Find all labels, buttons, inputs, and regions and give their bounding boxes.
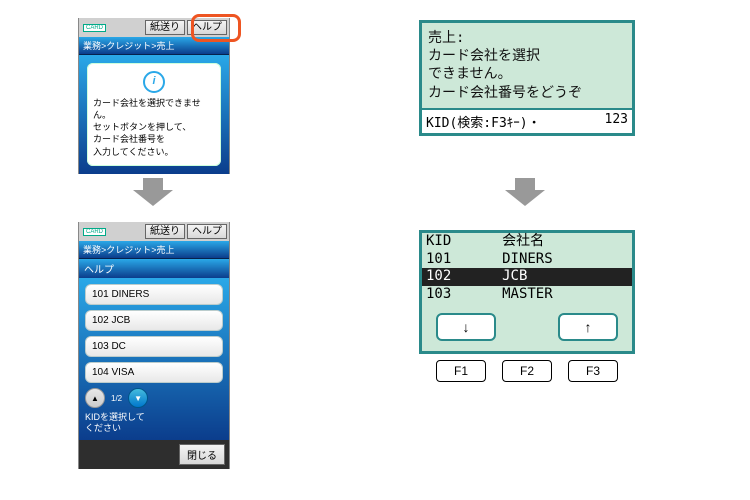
paper-feed-button[interactable]: 紙送り xyxy=(145,224,185,239)
info-icon: i xyxy=(143,71,165,93)
pager: ▲ 1/2 ▼ xyxy=(85,388,223,408)
card-badge: CARD xyxy=(83,228,106,236)
table-row[interactable]: 101DINERS xyxy=(422,251,632,269)
page-prev-button[interactable]: ▲ xyxy=(85,388,105,408)
kid-input-label: KID(検索:F3ｷｰ)・ xyxy=(426,112,541,131)
softkey-down[interactable]: ↓ xyxy=(436,313,496,341)
page-indicator: 1/2 xyxy=(111,394,122,403)
kid-input-row: KID(検索:F3ｷｰ)・ 123 xyxy=(422,108,632,133)
card-badge: CARD xyxy=(83,24,106,32)
lcd-terminal-list: KID会社名101DINERS102JCB103MASTER ↓ ↑ F1F2F… xyxy=(419,230,635,382)
paper-feed-button[interactable]: 紙送り xyxy=(145,20,185,35)
info-dialog: i カード会社を選択できません。 セットボタンを押して、 カード会社番号を 入力… xyxy=(87,63,221,166)
arrow-down-icon xyxy=(505,178,545,208)
softkey-up[interactable]: ↑ xyxy=(558,313,618,341)
help-header: ヘルプ xyxy=(79,259,229,278)
col-kid: KID xyxy=(422,233,498,251)
help-prompt: KIDを選択して ください xyxy=(85,412,223,434)
breadcrumb: 業務>クレジット>売上 xyxy=(79,241,229,259)
fkey-f2[interactable]: F2 xyxy=(502,360,552,382)
help-body: 101 DINERS102 JCB103 DC104 VISA ▲ 1/2 ▼ … xyxy=(79,278,229,440)
titlebar: CARD 紙送り ヘルプ xyxy=(79,222,229,241)
breadcrumb: 業務>クレジット>売上 xyxy=(79,37,229,55)
function-keys: F1 F2 F3 xyxy=(419,360,635,382)
fkey-f1[interactable]: F1 xyxy=(436,360,486,382)
touch-terminal-info: CARD 紙送り ヘルプ 業務>クレジット>売上 i カード会社を選択できません… xyxy=(78,18,230,174)
help-button[interactable]: ヘルプ xyxy=(187,224,227,239)
help-item[interactable]: 101 DINERS xyxy=(85,284,223,305)
help-item[interactable]: 104 VISA xyxy=(85,362,223,383)
fkey-f3[interactable]: F3 xyxy=(568,360,618,382)
lcd-text: 売上: カード会社を選択 できません。 カード会社番号をどうぞ xyxy=(422,23,632,108)
info-text: カード会社を選択できません。 セットボタンを押して、 カード会社番号を 入力して… xyxy=(93,97,215,158)
arrow-down-icon xyxy=(133,178,173,208)
kid-input-value[interactable]: 123 xyxy=(605,112,628,131)
help-item[interactable]: 102 JCB xyxy=(85,310,223,331)
titlebar: CARD 紙送り ヘルプ xyxy=(79,18,229,37)
help-button[interactable]: ヘルプ xyxy=(187,20,227,35)
touch-terminal-help: CARD 紙送り ヘルプ 業務>クレジット>売上 ヘルプ 101 DINERS 1… xyxy=(78,222,230,469)
col-name: 会社名 xyxy=(498,233,632,251)
lcd-terminal-prompt: 売上: カード会社を選択 できません。 カード会社番号をどうぞ KID(検索:F… xyxy=(419,20,635,136)
company-table: KID会社名101DINERS102JCB103MASTER xyxy=(422,233,632,303)
table-row[interactable]: 103MASTER xyxy=(422,286,632,304)
close-button[interactable]: 閉じる xyxy=(179,444,225,465)
page-next-button[interactable]: ▼ xyxy=(128,388,148,408)
table-row[interactable]: 102JCB xyxy=(422,268,632,286)
help-item[interactable]: 103 DC xyxy=(85,336,223,357)
